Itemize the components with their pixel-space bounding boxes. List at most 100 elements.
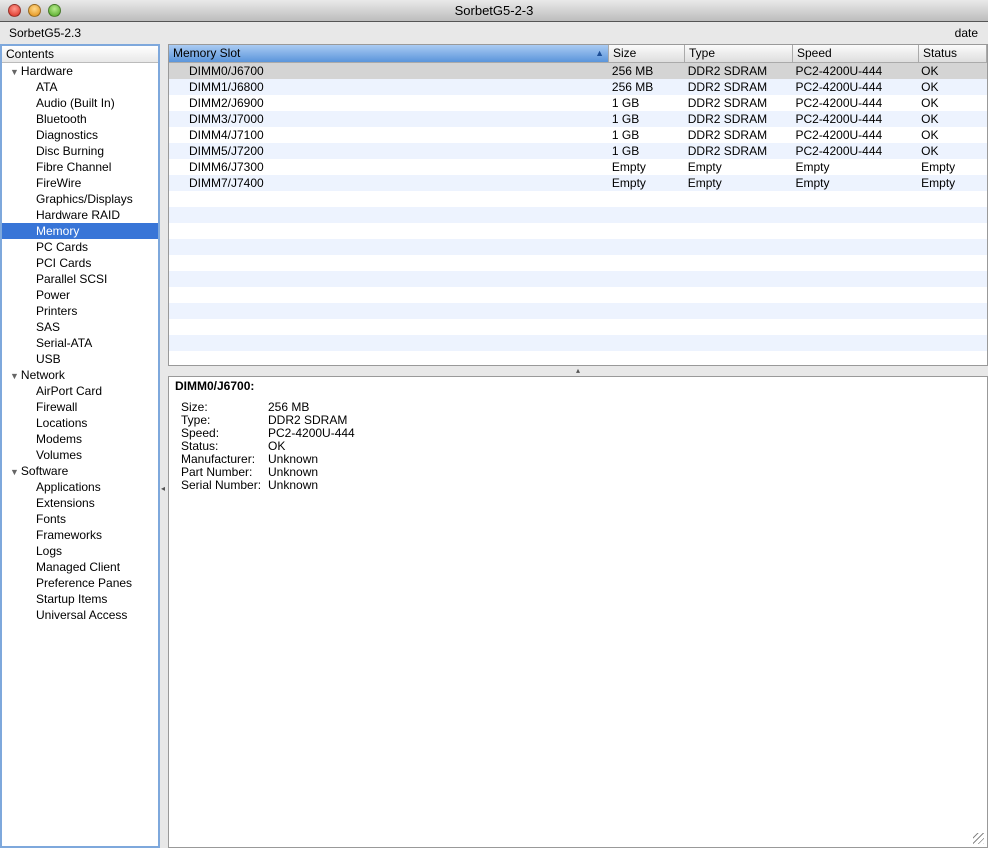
table-row bbox=[169, 255, 987, 271]
sidebar-item[interactable]: Universal Access bbox=[2, 607, 158, 623]
table-row[interactable]: DIMM7/J7400 Empty Empty Empty Empty bbox=[169, 175, 987, 191]
detail-field: Speed: PC2-4200U-444 bbox=[175, 427, 981, 440]
sidebar-group-software[interactable]: ▼ Software bbox=[2, 463, 158, 479]
sidebar-item[interactable]: Volumes bbox=[2, 447, 158, 463]
table-row bbox=[169, 191, 987, 207]
table-cell: DIMM0/J6700 bbox=[189, 64, 264, 78]
horizontal-splitter[interactable]: ▴ bbox=[168, 366, 988, 376]
sidebar-item[interactable]: Preference Panes bbox=[2, 575, 158, 591]
sidebar-item[interactable]: Disc Burning bbox=[2, 143, 158, 159]
table-row bbox=[169, 287, 987, 303]
sidebar-item[interactable]: Diagnostics bbox=[2, 127, 158, 143]
memory-table: Memory Slot ▲ Size Type Speed Status DIMM… bbox=[168, 44, 988, 366]
detail-title: DIMM0/J6700: bbox=[175, 379, 255, 393]
sidebar-item[interactable]: Fibre Channel bbox=[2, 159, 158, 175]
sidebar-item[interactable]: Audio (Built In) bbox=[2, 95, 158, 111]
table-cell: DIMM3/J7000 bbox=[189, 112, 264, 126]
table-cell: Empty bbox=[921, 176, 956, 190]
sidebar-item[interactable]: AirPort Card bbox=[2, 383, 158, 399]
splitter-arrow-icon: ▴ bbox=[575, 366, 580, 375]
sidebar-item[interactable]: PC Cards bbox=[2, 239, 158, 255]
sidebar-item[interactable]: PCI Cards bbox=[2, 255, 158, 271]
sidebar-item[interactable]: Bluetooth bbox=[2, 111, 158, 127]
sidebar-item[interactable]: Hardware RAID bbox=[2, 207, 158, 223]
table-cell: DIMM2/J6900 bbox=[189, 96, 264, 110]
table-cell: DDR2 SDRAM bbox=[687, 128, 768, 142]
table-cell: PC2-4200U-444 bbox=[795, 96, 883, 110]
sidebar-item[interactable]: Extensions bbox=[2, 495, 158, 511]
disclosure-triangle-icon[interactable]: ▼ bbox=[10, 467, 19, 477]
sidebar-item[interactable]: Parallel SCSI bbox=[2, 271, 158, 287]
table-cell: PC2-4200U-444 bbox=[795, 80, 883, 94]
sidebar-item[interactable]: Frameworks bbox=[2, 527, 158, 543]
date-label: date bbox=[954, 26, 978, 40]
table-cell: OK bbox=[921, 80, 939, 94]
info-bar: SorbetG5-2.3 date bbox=[0, 22, 988, 44]
table-cell: OK bbox=[921, 144, 939, 158]
sidebar-group-label: Hardware bbox=[20, 64, 73, 78]
column-label: Memory Slot bbox=[173, 46, 241, 60]
sidebar-item[interactable]: Graphics/Displays bbox=[2, 191, 158, 207]
column-header-size[interactable]: Size bbox=[609, 45, 685, 62]
table-cell: 256 MB bbox=[611, 80, 654, 94]
sidebar-item[interactable]: USB bbox=[2, 351, 158, 367]
sidebar-item[interactable]: Managed Client bbox=[2, 559, 158, 575]
column-header-memory-slot[interactable]: Memory Slot ▲ bbox=[169, 45, 609, 62]
sidebar-group-hardware[interactable]: ▼ Hardware bbox=[2, 63, 158, 79]
sidebar-item[interactable]: ATA bbox=[2, 79, 158, 95]
minimize-button[interactable] bbox=[28, 4, 41, 17]
sidebar-item[interactable]: Fonts bbox=[2, 511, 158, 527]
table-row[interactable]: DIMM6/J7300 Empty Empty Empty Empty bbox=[169, 159, 987, 175]
close-button[interactable] bbox=[8, 4, 21, 17]
sidebar-item[interactable]: Applications bbox=[2, 479, 158, 495]
sidebar-item[interactable]: Power bbox=[2, 287, 158, 303]
sidebar-item[interactable]: Startup Items bbox=[2, 591, 158, 607]
title-bar: SorbetG5-2-3 bbox=[0, 0, 988, 22]
table-row[interactable]: DIMM0/J6700 256 MB DDR2 SDRAM PC2-4200U-444… bbox=[169, 63, 987, 79]
table-cell: 1 GB bbox=[611, 96, 640, 110]
zoom-button[interactable] bbox=[48, 4, 61, 17]
detail-field: Serial Number: Unknown bbox=[175, 479, 981, 492]
table-row[interactable]: DIMM3/J7000 1 GB DDR2 SDRAM PC2-4200U-444 OK bbox=[169, 111, 987, 127]
table-row[interactable]: DIMM1/J6800 256 MB DDR2 SDRAM PC2-4200U-444… bbox=[169, 79, 987, 95]
sidebar-item[interactable]: FireWire bbox=[2, 175, 158, 191]
table-row[interactable]: DIMM4/J7100 1 GB DDR2 SDRAM PC2-4200U-444 OK bbox=[169, 127, 987, 143]
table-cell: DDR2 SDRAM bbox=[687, 80, 768, 94]
sidebar-item[interactable]: Modems bbox=[2, 431, 158, 447]
sidebar-group-network[interactable]: ▼ Network bbox=[2, 367, 158, 383]
sidebar-item[interactable]: Logs bbox=[2, 543, 158, 559]
table-cell: 1 GB bbox=[611, 128, 640, 142]
sidebar-item[interactable]: Serial-ATA bbox=[2, 335, 158, 351]
table-row bbox=[169, 303, 987, 319]
column-header-speed[interactable]: Speed bbox=[793, 45, 919, 62]
sidebar-item[interactable]: Firewall bbox=[2, 399, 158, 415]
sidebar-item[interactable]: Memory bbox=[2, 223, 158, 239]
table-cell: PC2-4200U-444 bbox=[795, 112, 883, 126]
disclosure-triangle-icon[interactable]: ▼ bbox=[10, 67, 19, 77]
detail-key: Serial Number: bbox=[181, 478, 262, 492]
table-cell: DIMM1/J6800 bbox=[189, 80, 264, 94]
column-header-status[interactable]: Status bbox=[919, 45, 987, 62]
table-cell: Empty bbox=[795, 160, 830, 174]
table-cell: DIMM6/J7300 bbox=[189, 160, 264, 174]
resize-grip-icon[interactable] bbox=[973, 833, 984, 844]
sort-ascending-icon: ▲ bbox=[595, 48, 604, 58]
table-cell: OK bbox=[921, 64, 939, 78]
table-row[interactable]: DIMM2/J6900 1 GB DDR2 SDRAM PC2-4200U-444 OK bbox=[169, 95, 987, 111]
table-cell: Empty bbox=[921, 160, 956, 174]
vertical-splitter[interactable]: ◂ bbox=[160, 44, 168, 848]
table-row bbox=[169, 207, 987, 223]
table-cell: Empty bbox=[687, 160, 722, 174]
sidebar-item[interactable]: Locations bbox=[2, 415, 158, 431]
sidebar-item[interactable]: Printers bbox=[2, 303, 158, 319]
disclosure-triangle-icon[interactable]: ▼ bbox=[10, 371, 19, 381]
table-cell: OK bbox=[921, 96, 939, 110]
table-cell: Empty bbox=[687, 176, 722, 190]
contents-sidebar: Contents ▼ Hardware ATA Audio (Built In) Blu… bbox=[0, 44, 160, 848]
table-row[interactable]: DIMM5/J7200 1 GB DDR2 SDRAM PC2-4200U-444 OK bbox=[169, 143, 987, 159]
table-cell: DDR2 SDRAM bbox=[687, 96, 768, 110]
table-row bbox=[169, 223, 987, 239]
table-cell: PC2-4200U-444 bbox=[795, 144, 883, 158]
sidebar-item[interactable]: SAS bbox=[2, 319, 158, 335]
column-header-type[interactable]: Type bbox=[685, 45, 793, 62]
